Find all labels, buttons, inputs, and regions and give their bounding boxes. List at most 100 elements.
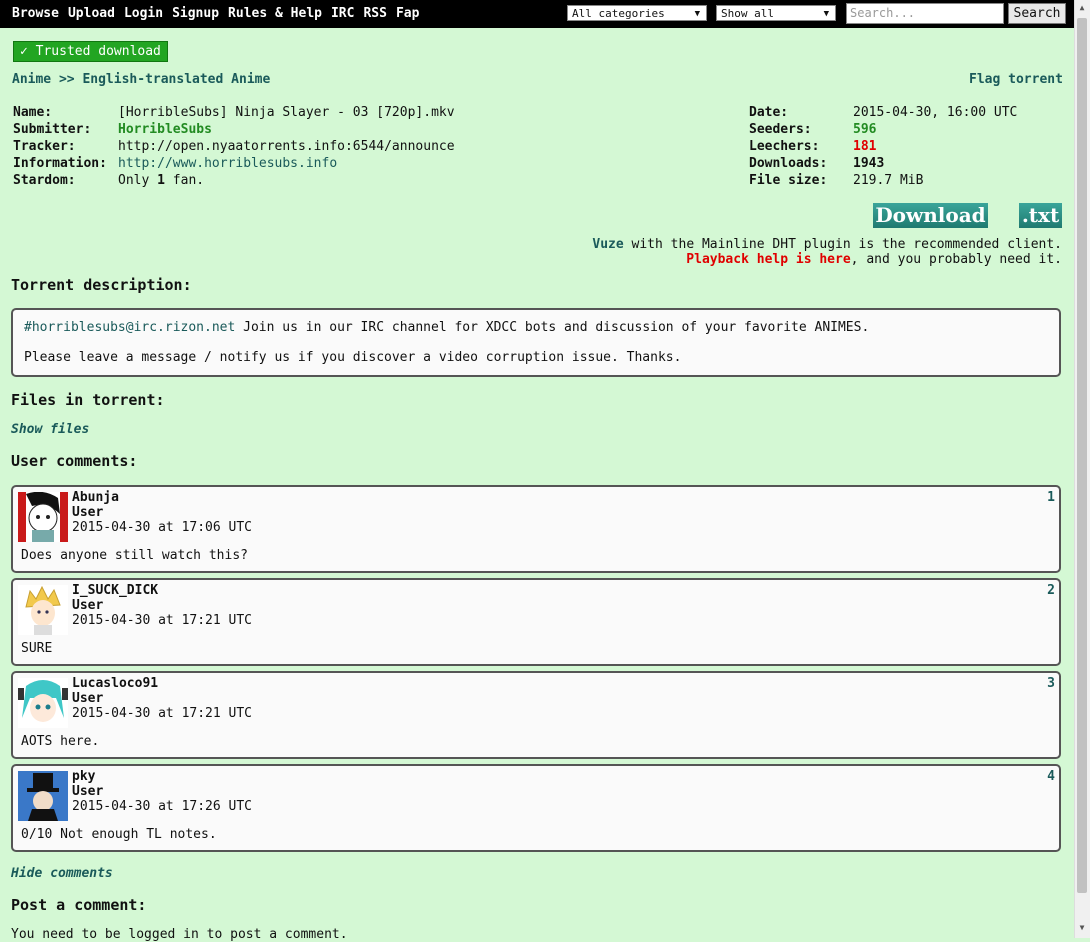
vuze-link[interactable]: Vuze <box>592 237 623 252</box>
login-required-note: You need to be logged in to post a comme… <box>11 927 348 942</box>
detail-row-tracker: Tracker: http://open.nyaatorrents.info:65… <box>13 138 455 155</box>
nav-login[interactable]: Login <box>124 6 163 21</box>
nav-upload[interactable]: Upload <box>68 6 115 21</box>
stardom-pre: Only <box>118 173 158 188</box>
comment-timestamp: 2015-04-30 at 17:26 UTC <box>72 799 253 814</box>
detail-row-leechers: Leechers: 181 <box>749 138 1017 155</box>
comment-number[interactable]: 2 <box>1047 583 1055 598</box>
search-button[interactable]: Search <box>1008 3 1066 24</box>
detail-label: Tracker: <box>13 139 76 154</box>
nav-signup[interactable]: Signup <box>172 6 219 21</box>
nav-rules-help[interactable]: Rules & Help <box>228 6 322 21</box>
comment-username[interactable]: I_SUCK_DICK <box>72 583 158 598</box>
client-recommendation: Vuze with the Mainline DHT plugin is the… <box>592 237 1062 267</box>
flag-torrent-link[interactable]: Flag torrent <box>969 72 1063 87</box>
comment-timestamp: 2015-04-30 at 17:06 UTC <box>72 520 253 535</box>
comment-number[interactable]: 3 <box>1047 676 1055 691</box>
category-select[interactable]: All categories ▼ <box>567 5 707 21</box>
comment-2: I_SUCK_DICK User 2015-04-30 at 17:21 UTC… <box>11 578 1061 666</box>
download-button[interactable]: Download <box>873 203 988 228</box>
filter-select[interactable]: Show all ▼ <box>716 5 836 21</box>
stardom-post: fan. <box>164 173 205 188</box>
user-avatar-icon <box>18 585 68 635</box>
main-nav: Browse Upload Login Signup Rules & Help IRC RS… <box>12 6 428 21</box>
user-avatar-icon <box>18 771 68 821</box>
comment-text: SURE <box>21 641 53 656</box>
description-line-1-text: Join us in our IRC channel for XDCC bots… <box>235 320 870 335</box>
comment-username[interactable]: Abunja <box>72 490 119 505</box>
client-line-2: Playback help is here, and you probably … <box>592 252 1062 267</box>
avatar <box>18 492 68 542</box>
detail-row-filesize: File size: 219.7 MiB <box>749 172 1017 189</box>
comment-text: AOTS here. <box>21 734 100 749</box>
comment-text: 0/10 Not enough TL notes. <box>21 827 217 842</box>
detail-label: Submitter: <box>13 122 92 137</box>
detail-label: Stardom: <box>13 173 76 188</box>
detail-row-name: Name: [HorribleSubs] Ninja Slayer - 03 [7… <box>13 104 455 121</box>
comment-username[interactable]: pky <box>72 769 95 784</box>
tracker-url: http://open.nyaatorrents.info:6544/annou… <box>118 139 455 154</box>
description-line-2: Please leave a message / notify us if yo… <box>24 350 682 365</box>
detail-label: Name: <box>13 105 53 120</box>
nav-fap[interactable]: Fap <box>396 6 419 21</box>
comment-number[interactable]: 4 <box>1047 769 1055 784</box>
nav-irc[interactable]: IRC <box>331 6 354 21</box>
description-box: #horriblesubs@irc.rizon.net Join us in o… <box>11 308 1061 377</box>
comment-text: Does anyone still watch this? <box>21 548 248 563</box>
post-comment-heading: Post a comment: <box>11 896 147 914</box>
description-line-1: #horriblesubs@irc.rizon.net Join us in o… <box>24 320 869 335</box>
detail-label: Date: <box>749 105 789 120</box>
torrent-details-left: Name: [HorribleSubs] Ninja Slayer - 03 [7… <box>13 104 455 189</box>
submitter-link[interactable]: HorribleSubs <box>118 122 212 137</box>
user-avatar-icon <box>18 492 68 542</box>
scroll-up-icon[interactable]: ▲ <box>1076 3 1088 13</box>
breadcrumb-subcategory[interactable]: English-translated Anime <box>82 72 270 87</box>
chevron-down-icon: ▼ <box>694 9 700 19</box>
user-avatar-icon <box>18 678 68 728</box>
comment-number[interactable]: 1 <box>1047 490 1055 505</box>
breadcrumb-category[interactable]: Anime <box>12 72 51 87</box>
comment-role: User <box>72 691 104 706</box>
detail-label: Information: <box>13 156 107 171</box>
leechers-count: 181 <box>853 139 877 154</box>
client-line-1-text: with the Mainline DHT plugin is the reco… <box>623 237 1062 252</box>
comment-username[interactable]: Lucasloco91 <box>72 676 158 691</box>
avatar <box>18 585 68 635</box>
files-heading: Files in torrent: <box>11 391 165 409</box>
top-nav-bar: Browse Upload Login Signup Rules & Help IRC RS… <box>0 0 1074 28</box>
comment-timestamp: 2015-04-30 at 17:21 UTC <box>72 613 253 628</box>
scrollbar-thumb[interactable] <box>1077 18 1087 893</box>
comment-4: pky User 2015-04-30 at 17:26 UTC 4 0/10 … <box>11 764 1061 852</box>
comments-heading: User comments: <box>11 452 138 470</box>
information-link[interactable]: http://www.horriblesubs.info <box>118 156 337 171</box>
detail-label: Leechers: <box>749 139 820 154</box>
txt-download-button[interactable]: .txt <box>1019 203 1062 228</box>
nav-browse[interactable]: Browse <box>12 6 59 21</box>
trusted-badge: ✓ Trusted download <box>13 41 168 62</box>
detail-label: Seeders: <box>749 122 812 137</box>
comment-1: Abunja User 2015-04-30 at 17:06 UTC 1 Do… <box>11 485 1061 573</box>
nav-rss[interactable]: RSS <box>363 6 386 21</box>
filter-select-value: Show all <box>721 7 774 20</box>
playback-help-link[interactable]: Playback help is here <box>686 252 850 267</box>
scroll-down-icon[interactable]: ▼ <box>1076 923 1088 933</box>
category-select-value: All categories <box>572 7 665 20</box>
avatar <box>18 771 68 821</box>
detail-label: File size: <box>749 173 828 188</box>
irc-link[interactable]: #horriblesubs@irc.rizon.net <box>24 320 235 335</box>
detail-label: Downloads: <box>749 156 828 171</box>
downloads-count: 1943 <box>853 156 885 171</box>
search-input[interactable]: Search... <box>846 3 1004 24</box>
show-files-link[interactable]: Show files <box>11 422 89 437</box>
avatar <box>18 678 68 728</box>
comment-role: User <box>72 598 104 613</box>
breadcrumb-separator: >> <box>58 72 75 87</box>
comment-timestamp: 2015-04-30 at 17:21 UTC <box>72 706 253 721</box>
client-line-1: Vuze with the Mainline DHT plugin is the… <box>592 237 1062 252</box>
stardom-count: 1 <box>157 173 165 188</box>
hide-comments-link[interactable]: Hide comments <box>11 866 113 881</box>
detail-row-information: Information: http://www.horriblesubs.info <box>13 155 455 172</box>
detail-row-downloads: Downloads: 1943 <box>749 155 1017 172</box>
seeders-count: 596 <box>853 122 877 137</box>
client-line-2-text: , and you probably need it. <box>850 252 1062 267</box>
